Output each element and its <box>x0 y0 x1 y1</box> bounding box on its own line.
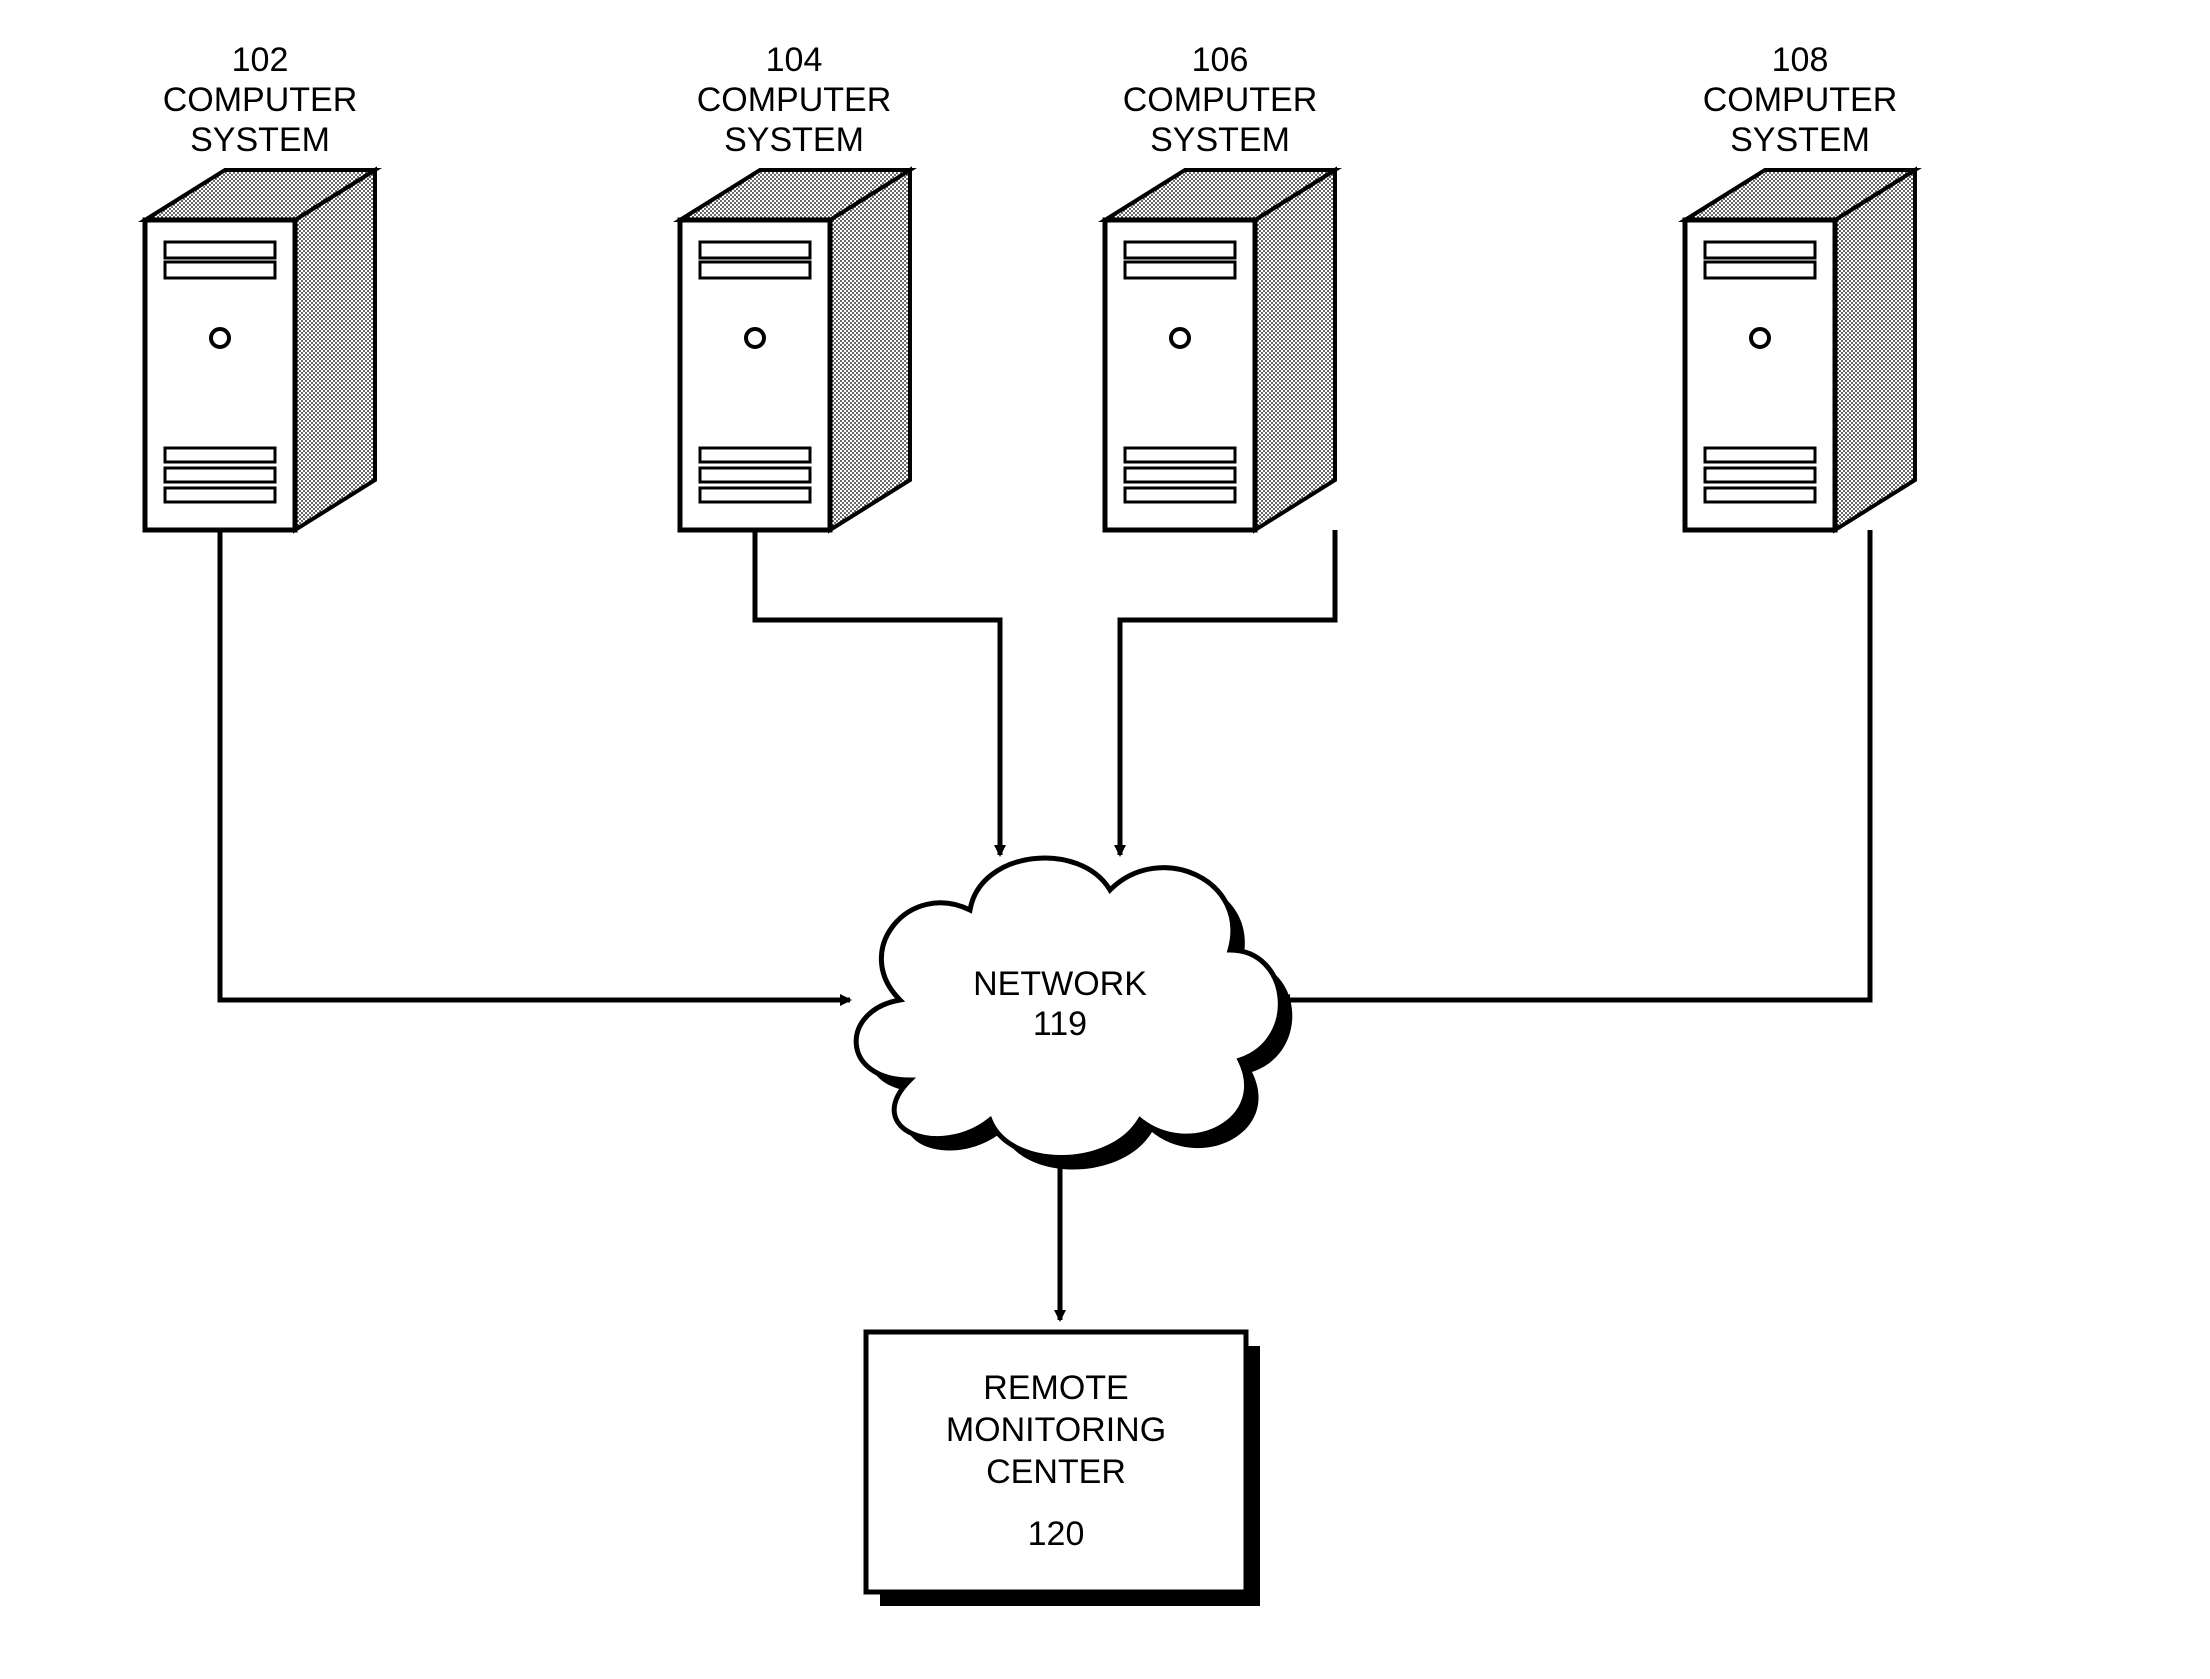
node-computer-4: 108 COMPUTER SYSTEM <box>1685 41 1915 530</box>
network-line1: NETWORK <box>973 965 1147 1003</box>
remote-line3: CENTER <box>986 1453 1126 1491</box>
network-line2: 119 <box>1033 1005 1087 1043</box>
diagram-canvas: 102 COMPUTER SYSTEM 104 COMPUTER SYSTEM … <box>0 0 2210 1679</box>
edge-computer-2-to-network <box>755 530 1000 855</box>
computer-4-ref: 108 <box>1772 41 1829 79</box>
computer-3-line1: COMPUTER <box>1123 81 1318 119</box>
computer-1-line2: SYSTEM <box>190 121 330 159</box>
node-network: NETWORK 119 <box>856 858 1292 1170</box>
computer-3-ref: 106 <box>1192 41 1249 79</box>
remote-line2: MONITORING <box>946 1411 1166 1449</box>
computer-2-line1: COMPUTER <box>697 81 892 119</box>
computer-1-line1: COMPUTER <box>163 81 358 119</box>
computer-2-ref: 104 <box>766 41 823 79</box>
computer-4-line2: SYSTEM <box>1730 121 1870 159</box>
remote-line1: REMOTE <box>983 1369 1128 1407</box>
node-remote-monitoring-center: REMOTE MONITORING CENTER 120 <box>866 1332 1260 1606</box>
computer-3-line2: SYSTEM <box>1150 121 1290 159</box>
edge-computer-4-to-network <box>1280 530 1870 1000</box>
remote-line4: 120 <box>1028 1515 1085 1553</box>
computer-1-ref: 102 <box>232 41 289 79</box>
node-computer-1: 102 COMPUTER SYSTEM <box>145 41 375 530</box>
computer-4-line1: COMPUTER <box>1703 81 1898 119</box>
computer-2-line2: SYSTEM <box>724 121 864 159</box>
edge-computer-3-to-network <box>1120 530 1335 855</box>
node-computer-3: 106 COMPUTER SYSTEM <box>1105 41 1335 530</box>
node-computer-2: 104 COMPUTER SYSTEM <box>680 41 910 530</box>
